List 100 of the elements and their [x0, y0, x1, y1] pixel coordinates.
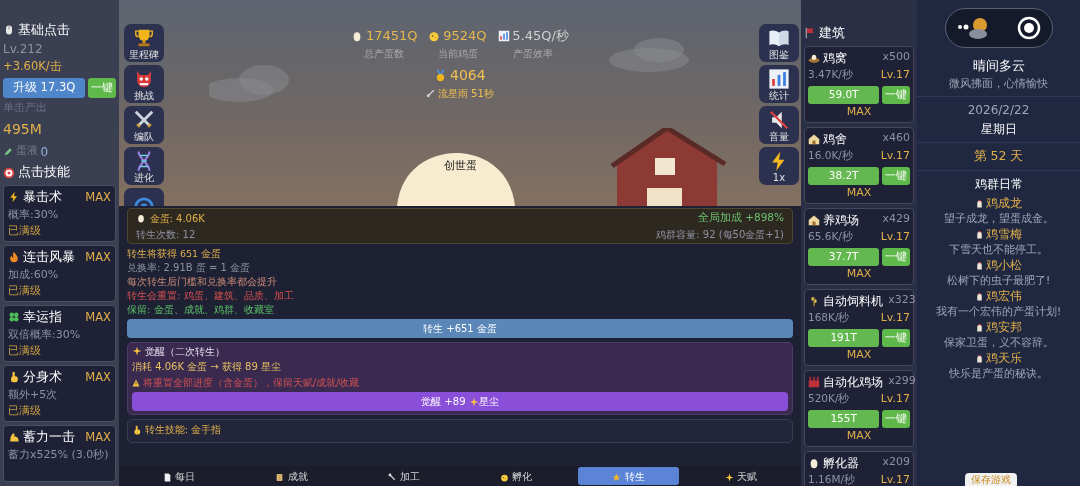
egg-name: 创世蛋 [443, 159, 477, 172]
max-label: MAX [846, 429, 872, 443]
side-menu-button[interactable]: 1x [759, 147, 799, 185]
side-menu-button[interactable]: 进化 [124, 147, 164, 185]
house-icon [808, 132, 820, 145]
flame-icon [8, 251, 20, 264]
skill-effect: 额外+5次 [8, 387, 58, 401]
house-icon [808, 213, 820, 226]
side-menu-button[interactable]: 挑战 [124, 65, 164, 103]
building-name: 自动化鸡场 [822, 373, 883, 391]
skill-effect: 双倍概率:30% [8, 327, 81, 341]
section-title: 点击技能 [17, 163, 70, 182]
skill-name: 连击风暴 [22, 247, 75, 266]
buy-button[interactable]: 38.2T [808, 166, 880, 186]
one-key-button[interactable]: 一键 [882, 409, 910, 429]
max-label: MAX [846, 348, 872, 362]
chicken-quote: 保家卫蛋，义不容辞。 [943, 336, 1054, 349]
building-level: Lv.17 [880, 309, 910, 326]
one-key-button[interactable]: 一键 [882, 328, 910, 348]
tab[interactable]: 成就 [241, 467, 342, 485]
one-key-button[interactable]: 一键 [882, 166, 910, 186]
side-menu-button[interactable]: 图鉴 [759, 24, 799, 62]
day-count: 第 52 天 [973, 148, 1024, 163]
building-count: x299 [888, 373, 916, 390]
tab[interactable]: 每日 [129, 467, 230, 485]
weekday-text: 星期日 [980, 121, 1017, 136]
exchange-rate: 兑换率: 2.91B 蛋 = 1 金蛋 [127, 261, 251, 273]
awaken-warning: 将重置全部进度（含金蛋），保留天赋/成就/收藏 [142, 376, 360, 390]
side-menu-button[interactable]: 编队 [124, 106, 164, 144]
buy-button[interactable]: 191T [808, 328, 880, 348]
buy-button[interactable]: 59.0T [808, 85, 880, 105]
upgrade-button[interactable]: 升级 17.3Q [3, 78, 86, 98]
max-label: MAX [846, 267, 872, 281]
skill-name: 蓄力一击 [22, 427, 75, 446]
max-label: MAX [846, 186, 872, 200]
building-count: x500 [882, 49, 910, 66]
star-icon [612, 472, 622, 482]
mouse-icon [3, 23, 15, 36]
bolt-icon [8, 191, 20, 204]
medal-count: 4064 [450, 65, 486, 85]
side-menu-button[interactable]: 里程碑 [124, 24, 164, 62]
building-name: 养鸡场 [822, 211, 859, 229]
building-level: Lv.17 [880, 471, 910, 486]
max-label: MAX [85, 308, 111, 326]
side-menu-button[interactable]: 统计 [759, 65, 799, 103]
save-button[interactable]: 保存游戏 [965, 473, 1017, 486]
building-level: Lv.17 [880, 390, 910, 407]
flock-capacity: 鸡群容量: 92 (每50金蛋+1) [656, 227, 784, 242]
document-icon [163, 472, 173, 482]
chicken-quote: 下雪天也不能停工。 [949, 243, 1048, 256]
one-key-button[interactable]: 一键 [882, 247, 910, 267]
buy-button[interactable]: 37.7T [808, 247, 880, 267]
skill-status: 已满级 [8, 344, 41, 357]
skill-status: 已满级 [8, 404, 41, 417]
skill-effect: 加成:60% [8, 267, 59, 281]
panel-title: 基础点击 [17, 21, 70, 39]
building-count: x209 [882, 454, 910, 471]
chick-icon [428, 29, 441, 42]
one-key-button[interactable]: 一键 [88, 78, 116, 98]
building-level: Lv.17 [880, 228, 910, 245]
bar-chart-icon [497, 29, 510, 42]
tab[interactable]: 转生 [578, 467, 679, 485]
tab[interactable]: 天赋 [690, 467, 791, 485]
production-rate: 168K/秒 [808, 309, 850, 325]
flexed-arm-icon [8, 431, 20, 444]
pointing-hand-icon [132, 424, 142, 435]
rebirth-gain: 转生将获得 651 金蛋 [127, 247, 222, 259]
building-name: 孵化器 [822, 454, 859, 472]
building-count: x460 [882, 130, 910, 147]
buy-button[interactable]: 155T [808, 409, 880, 429]
rebirth-skill-title: 转生技能: 金手指 [144, 423, 222, 437]
button-label: 编队 [134, 131, 154, 142]
weather-subtitle: 微风拂面，心情愉快 [949, 76, 1048, 90]
record-icon[interactable] [1017, 16, 1041, 40]
button-label: 挑战 [134, 90, 154, 101]
button-label: 音量 [769, 131, 789, 142]
building-name: 鸡窝 [822, 49, 847, 67]
scroll-icon [275, 472, 285, 482]
date-text: 2026/2/22 [967, 103, 1030, 117]
sparkle-icon [132, 346, 142, 356]
side-menu-button[interactable]: 音量 [759, 106, 799, 144]
meteor-timer: 流星雨 51秒 [437, 86, 494, 101]
max-label: MAX [85, 248, 111, 266]
production-rate: 520K/秒 [808, 390, 850, 406]
rebirth-button[interactable]: 转生 +651 金蛋 [127, 318, 793, 338]
pointing-hand-icon [8, 371, 20, 384]
clover-icon [8, 311, 20, 324]
one-key-button[interactable]: 一键 [882, 85, 910, 105]
tab[interactable]: 加工 [353, 467, 454, 485]
awaken-button[interactable]: 觉醒 +89 星尘 [132, 392, 788, 411]
wheat-icon [808, 294, 820, 307]
keep-list: 保留: 金蛋、成就、鸡群、收藏室 [127, 303, 274, 315]
rebirth-note: 每次转生后门槛和兑换率都会提升 [127, 275, 277, 287]
chicken-name: 鸡宏伟 [986, 288, 1023, 305]
building-name: 自动饲料机 [822, 292, 883, 310]
skill-name: 分身术 [22, 367, 62, 386]
tab[interactable]: 孵化 [466, 467, 567, 485]
egg-icon [136, 213, 146, 224]
building-level: Lv.17 [880, 147, 910, 164]
chicken-name: 鸡安邦 [986, 319, 1023, 336]
